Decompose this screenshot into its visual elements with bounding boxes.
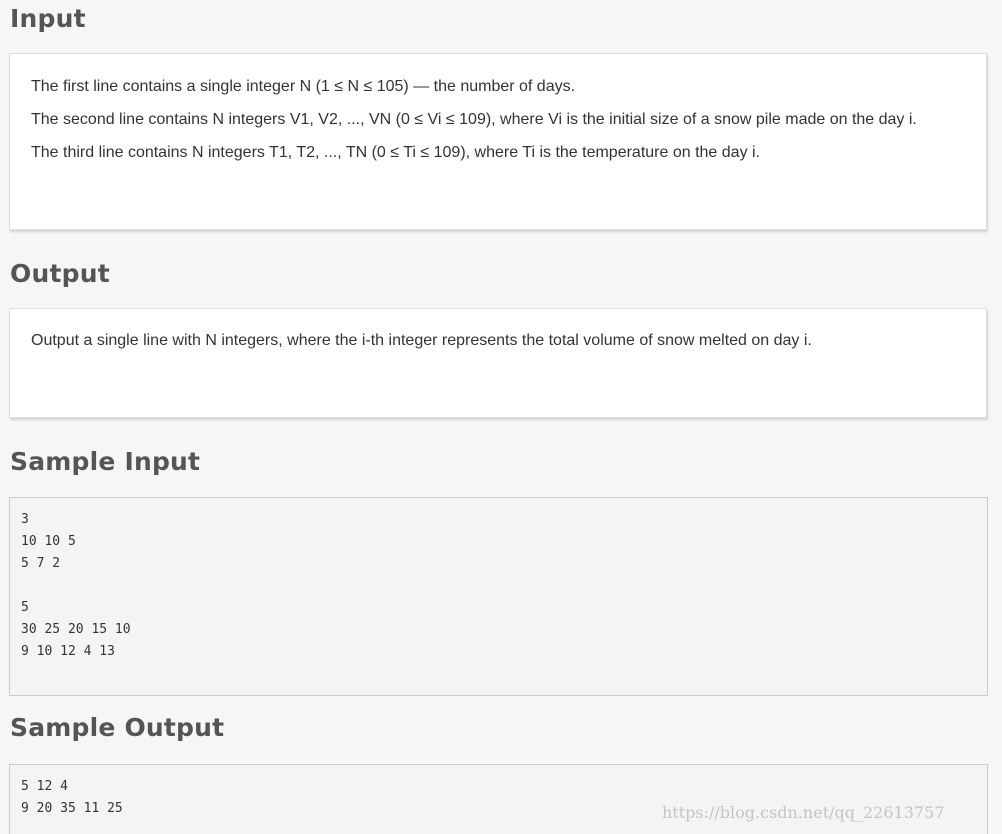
output-description-panel: Output a single line with N integers, wh… xyxy=(9,308,987,418)
sample-input-line: 3 xyxy=(21,512,29,527)
input-description-panel: The first line contains a single integer… xyxy=(9,53,987,230)
input-description-line: The second line contains N integers V1, … xyxy=(31,111,917,128)
output-heading: Output xyxy=(10,259,110,288)
sample-input-heading: Sample Input xyxy=(10,447,201,476)
sample-input-line: 5 7 2 xyxy=(21,556,61,571)
sample-output-code-block[interactable]: 5 12 4 9 20 35 11 25 xyxy=(9,764,988,834)
input-description-line: The first line contains a single integer… xyxy=(31,78,576,95)
sample-input-line: 30 25 20 15 10 xyxy=(21,622,131,637)
sample-output-line: 5 12 4 xyxy=(21,779,68,794)
sample-input-line: 9 10 12 4 13 xyxy=(21,644,115,659)
watermark-text: https://blog.csdn.net/qq_22613757 xyxy=(662,803,945,822)
input-heading: Input xyxy=(10,4,86,33)
output-description-line: Output a single line with N integers, wh… xyxy=(31,332,812,349)
sample-input-code-block[interactable]: 3 10 10 5 5 7 2 5 30 25 20 15 10 9 10 12… xyxy=(9,497,988,696)
sample-input-line: 10 10 5 xyxy=(21,534,76,549)
input-description-line: The third line contains N integers T1, T… xyxy=(31,144,761,161)
sample-output-heading: Sample Output xyxy=(10,713,225,742)
sample-output-line: 9 20 35 11 25 xyxy=(21,801,123,816)
sample-input-line: 5 xyxy=(21,600,29,615)
